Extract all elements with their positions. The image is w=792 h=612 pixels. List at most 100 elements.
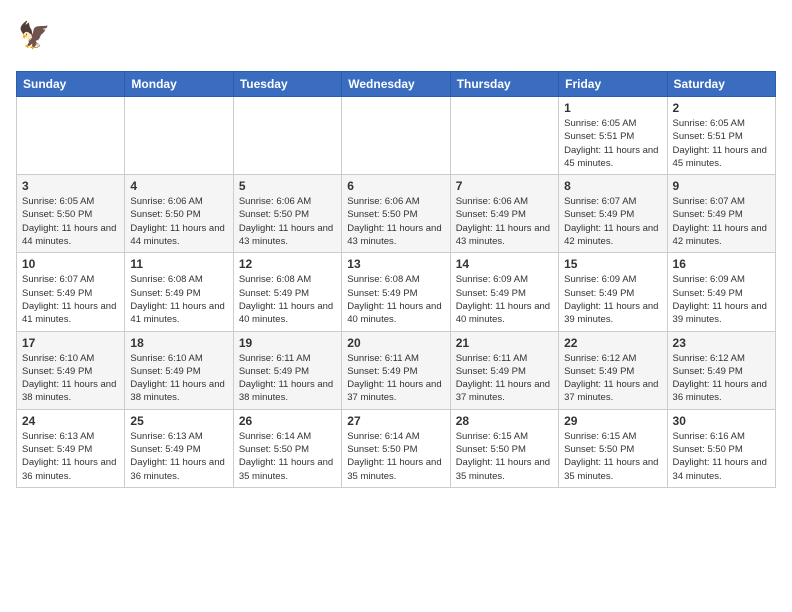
day-number: 11: [130, 257, 227, 271]
calendar-cell: 17 Sunrise: 6:10 AM Sunset: 5:49 PM Dayli…: [17, 331, 125, 409]
calendar-cell: 28Sunrise: 6:15 AM Sunset: 5:50 PM Dayli…: [450, 409, 558, 487]
logo: 🦅: [16, 16, 58, 59]
day-info: Sunrise: 6:09 AM Sunset: 5:49 PM Dayligh…: [564, 273, 661, 326]
day-info: Sunrise: 6:15 AM Sunset: 5:50 PM Dayligh…: [564, 430, 661, 483]
day-info: Sunrise: 6:07 AM Sunset: 5:49 PM Dayligh…: [564, 195, 661, 248]
day-number: 29: [564, 414, 661, 428]
calendar-cell: 1 Sunrise: 6:05 AM Sunset: 5:51 PM Daylig…: [559, 97, 667, 175]
day-info: Sunrise: 6:09 AM Sunset: 5:49 PM Dayligh…: [673, 273, 770, 326]
day-number: 19: [239, 336, 336, 350]
day-info: Sunrise: 6:06 AM Sunset: 5:50 PM Dayligh…: [130, 195, 227, 248]
calendar-week-4: 17 Sunrise: 6:10 AM Sunset: 5:49 PM Dayli…: [17, 331, 776, 409]
calendar-cell: 27 Sunrise: 6:14 AM Sunset: 5:50 PM Dayli…: [342, 409, 450, 487]
day-number: 24: [22, 414, 119, 428]
calendar-cell: [342, 97, 450, 175]
day-info: Sunrise: 6:16 AM Sunset: 5:50 PM Dayligh…: [673, 430, 770, 483]
day-number: 30: [673, 414, 770, 428]
calendar-cell: [233, 97, 341, 175]
calendar-header-row: SundayMondayTuesdayWednesdayThursdayFrid…: [17, 72, 776, 97]
calendar-cell: 19Sunrise: 6:11 AM Sunset: 5:49 PM Dayli…: [233, 331, 341, 409]
day-number: 18: [130, 336, 227, 350]
day-number: 8: [564, 179, 661, 193]
calendar-cell: 2Sunrise: 6:05 AM Sunset: 5:51 PM Daylig…: [667, 97, 775, 175]
day-number: 2: [673, 101, 770, 115]
calendar-cell: 24 Sunrise: 6:13 AM Sunset: 5:49 PM Dayli…: [17, 409, 125, 487]
calendar-cell: 21Sunrise: 6:11 AM Sunset: 5:49 PM Dayli…: [450, 331, 558, 409]
calendar-cell: 5 Sunrise: 6:06 AM Sunset: 5:50 PM Daylig…: [233, 175, 341, 253]
day-info: Sunrise: 6:11 AM Sunset: 5:49 PM Dayligh…: [456, 352, 553, 405]
calendar-cell: 16Sunrise: 6:09 AM Sunset: 5:49 PM Dayli…: [667, 253, 775, 331]
col-header-thursday: Thursday: [450, 72, 558, 97]
day-number: 23: [673, 336, 770, 350]
day-number: 7: [456, 179, 553, 193]
day-number: 25: [130, 414, 227, 428]
day-number: 13: [347, 257, 444, 271]
day-number: 27: [347, 414, 444, 428]
day-info: Sunrise: 6:12 AM Sunset: 5:49 PM Dayligh…: [673, 352, 770, 405]
calendar-cell: 30 Sunrise: 6:16 AM Sunset: 5:50 PM Dayli…: [667, 409, 775, 487]
day-info: Sunrise: 6:05 AM Sunset: 5:50 PM Dayligh…: [22, 195, 119, 248]
calendar-week-3: 10Sunrise: 6:07 AM Sunset: 5:49 PM Dayli…: [17, 253, 776, 331]
day-info: Sunrise: 6:11 AM Sunset: 5:49 PM Dayligh…: [347, 352, 444, 405]
calendar-cell: 11 Sunrise: 6:08 AM Sunset: 5:49 PM Dayli…: [125, 253, 233, 331]
day-info: Sunrise: 6:09 AM Sunset: 5:49 PM Dayligh…: [456, 273, 553, 326]
calendar-cell: 15 Sunrise: 6:09 AM Sunset: 5:49 PM Dayli…: [559, 253, 667, 331]
header: 🦅: [16, 16, 776, 59]
day-number: 4: [130, 179, 227, 193]
calendar-cell: 8 Sunrise: 6:07 AM Sunset: 5:49 PM Daylig…: [559, 175, 667, 253]
day-info: Sunrise: 6:06 AM Sunset: 5:49 PM Dayligh…: [456, 195, 553, 248]
calendar-cell: [450, 97, 558, 175]
day-info: Sunrise: 6:13 AM Sunset: 5:49 PM Dayligh…: [22, 430, 119, 483]
calendar-cell: [17, 97, 125, 175]
day-info: Sunrise: 6:08 AM Sunset: 5:49 PM Dayligh…: [130, 273, 227, 326]
day-info: Sunrise: 6:10 AM Sunset: 5:49 PM Dayligh…: [130, 352, 227, 405]
calendar-cell: 4 Sunrise: 6:06 AM Sunset: 5:50 PM Daylig…: [125, 175, 233, 253]
calendar-cell: 7 Sunrise: 6:06 AM Sunset: 5:49 PM Daylig…: [450, 175, 558, 253]
day-info: Sunrise: 6:05 AM Sunset: 5:51 PM Dayligh…: [564, 117, 661, 170]
col-header-friday: Friday: [559, 72, 667, 97]
calendar-cell: 12 Sunrise: 6:08 AM Sunset: 5:49 PM Dayli…: [233, 253, 341, 331]
calendar-cell: 9 Sunrise: 6:07 AM Sunset: 5:49 PM Daylig…: [667, 175, 775, 253]
day-number: 15: [564, 257, 661, 271]
calendar-week-5: 24 Sunrise: 6:13 AM Sunset: 5:49 PM Dayli…: [17, 409, 776, 487]
col-header-tuesday: Tuesday: [233, 72, 341, 97]
calendar-cell: 3 Sunrise: 6:05 AM Sunset: 5:50 PM Daylig…: [17, 175, 125, 253]
logo-icon: 🦅: [16, 16, 54, 59]
calendar-cell: 29 Sunrise: 6:15 AM Sunset: 5:50 PM Dayli…: [559, 409, 667, 487]
day-info: Sunrise: 6:07 AM Sunset: 5:49 PM Dayligh…: [673, 195, 770, 248]
calendar-cell: 6Sunrise: 6:06 AM Sunset: 5:50 PM Daylig…: [342, 175, 450, 253]
calendar-cell: 10Sunrise: 6:07 AM Sunset: 5:49 PM Dayli…: [17, 253, 125, 331]
day-info: Sunrise: 6:13 AM Sunset: 5:49 PM Dayligh…: [130, 430, 227, 483]
day-number: 12: [239, 257, 336, 271]
calendar-cell: 23 Sunrise: 6:12 AM Sunset: 5:49 PM Dayli…: [667, 331, 775, 409]
calendar-cell: 26 Sunrise: 6:14 AM Sunset: 5:50 PM Dayli…: [233, 409, 341, 487]
calendar-week-1: 1 Sunrise: 6:05 AM Sunset: 5:51 PM Daylig…: [17, 97, 776, 175]
day-info: Sunrise: 6:10 AM Sunset: 5:49 PM Dayligh…: [22, 352, 119, 405]
day-number: 9: [673, 179, 770, 193]
day-number: 5: [239, 179, 336, 193]
day-info: Sunrise: 6:14 AM Sunset: 5:50 PM Dayligh…: [347, 430, 444, 483]
col-header-wednesday: Wednesday: [342, 72, 450, 97]
calendar-cell: 13 Sunrise: 6:08 AM Sunset: 5:49 PM Dayli…: [342, 253, 450, 331]
calendar-cell: 20Sunrise: 6:11 AM Sunset: 5:49 PM Dayli…: [342, 331, 450, 409]
day-number: 6: [347, 179, 444, 193]
day-number: 22: [564, 336, 661, 350]
col-header-monday: Monday: [125, 72, 233, 97]
day-number: 1: [564, 101, 661, 115]
day-info: Sunrise: 6:14 AM Sunset: 5:50 PM Dayligh…: [239, 430, 336, 483]
day-info: Sunrise: 6:08 AM Sunset: 5:49 PM Dayligh…: [239, 273, 336, 326]
calendar-cell: 18 Sunrise: 6:10 AM Sunset: 5:49 PM Dayli…: [125, 331, 233, 409]
day-info: Sunrise: 6:12 AM Sunset: 5:49 PM Dayligh…: [564, 352, 661, 405]
day-number: 3: [22, 179, 119, 193]
calendar-week-2: 3 Sunrise: 6:05 AM Sunset: 5:50 PM Daylig…: [17, 175, 776, 253]
calendar-cell: 25 Sunrise: 6:13 AM Sunset: 5:49 PM Dayli…: [125, 409, 233, 487]
day-info: Sunrise: 6:06 AM Sunset: 5:50 PM Dayligh…: [239, 195, 336, 248]
day-number: 28: [456, 414, 553, 428]
day-number: 14: [456, 257, 553, 271]
calendar: SundayMondayTuesdayWednesdayThursdayFrid…: [16, 71, 776, 488]
day-info: Sunrise: 6:08 AM Sunset: 5:49 PM Dayligh…: [347, 273, 444, 326]
calendar-cell: 14 Sunrise: 6:09 AM Sunset: 5:49 PM Dayli…: [450, 253, 558, 331]
day-number: 17: [22, 336, 119, 350]
day-number: 26: [239, 414, 336, 428]
col-header-saturday: Saturday: [667, 72, 775, 97]
